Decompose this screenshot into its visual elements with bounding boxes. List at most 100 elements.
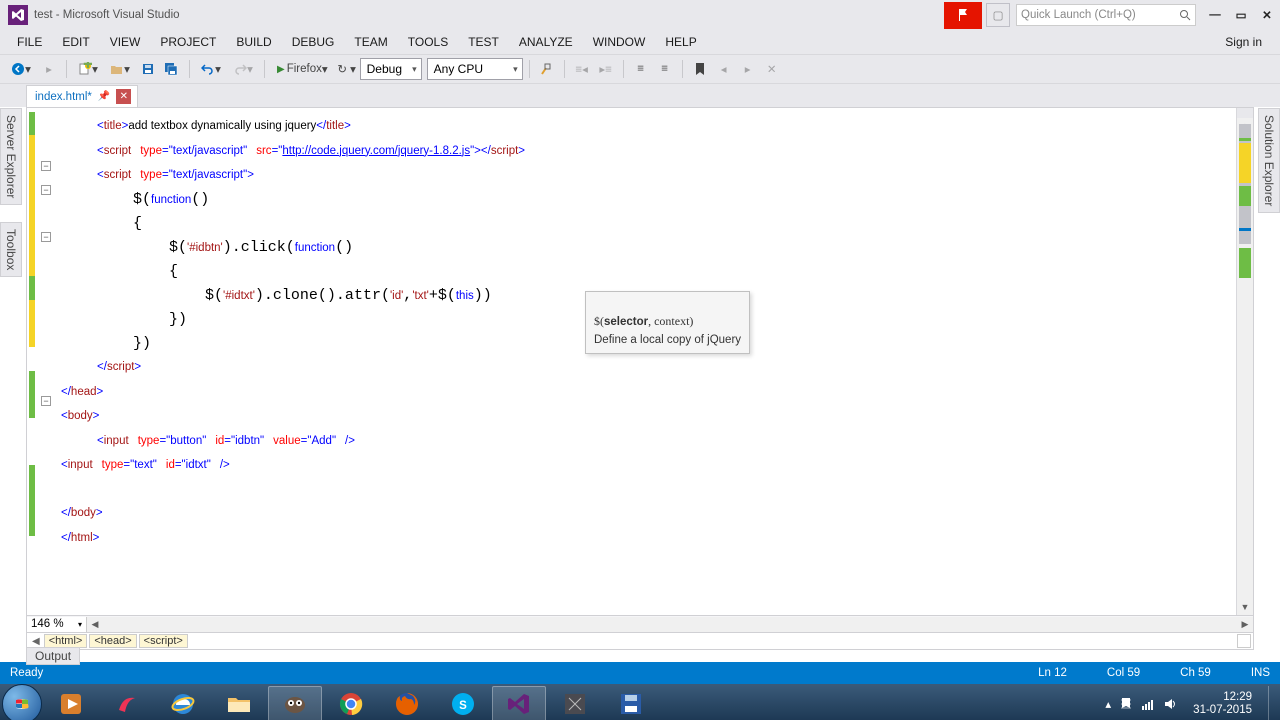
taskbar-tools-icon[interactable] — [548, 686, 602, 720]
status-bar: Ready Ln 12 Col 59 Ch 59 INS — [0, 662, 1280, 684]
redo-button[interactable]: ▾ — [228, 58, 258, 80]
menu-view[interactable]: VIEW — [101, 32, 150, 52]
breadcrumb-script[interactable]: <script> — [139, 634, 188, 648]
breadcrumb-html[interactable]: <html> — [44, 634, 88, 648]
status-ch: Ch 59 — [1180, 667, 1211, 679]
taskbar-mediaplayer-icon[interactable] — [44, 686, 98, 720]
menu-tools[interactable]: TOOLS — [399, 32, 457, 52]
tray-date: 31-07-2015 — [1193, 704, 1252, 717]
vertical-scrollbar[interactable]: ▲ ▼ — [1236, 108, 1253, 615]
tray-time: 12:29 — [1193, 691, 1252, 704]
fold-icon[interactable]: − — [41, 396, 51, 406]
tray-action-center-icon[interactable] — [1119, 697, 1133, 711]
file-tab[interactable]: index.html* 📌 ✕ — [26, 85, 138, 107]
breadcrumb-head[interactable]: <head> — [89, 634, 136, 648]
taskbar-app-icon[interactable] — [100, 686, 154, 720]
sign-in-link[interactable]: Sign in — [1225, 35, 1262, 49]
server-explorer-tab[interactable]: Server Explorer — [0, 108, 22, 205]
menu-file[interactable]: FILE — [8, 32, 51, 52]
minimize-button[interactable]: — — [1202, 4, 1228, 26]
output-panel-tab[interactable]: Output — [26, 648, 1254, 664]
breadcrumb-end-icon[interactable] — [1237, 634, 1251, 648]
tray-network-icon[interactable] — [1141, 697, 1155, 711]
windows-taskbar: S ▴ 12:29 31-07-2015 — [0, 684, 1280, 720]
nav-fwd-button[interactable]: ▸ — [38, 58, 60, 80]
vs-logo-icon — [8, 5, 28, 25]
start-button[interactable] — [2, 684, 42, 720]
menu-team[interactable]: TEAM — [345, 32, 396, 52]
bookmark-icon[interactable] — [689, 58, 711, 80]
taskbar-visualstudio-icon[interactable] — [492, 686, 546, 720]
new-item-button[interactable]: ✚▾ — [73, 58, 103, 80]
config-dropdown[interactable]: Debug — [360, 58, 422, 80]
comment-icon[interactable]: ≡ — [630, 58, 652, 80]
tray-clock[interactable]: 12:29 31-07-2015 — [1185, 691, 1260, 717]
maximize-button[interactable]: ▭ — [1228, 4, 1254, 26]
svg-text:S: S — [459, 700, 467, 712]
feedback-icon[interactable]: ▢ — [986, 3, 1010, 27]
menu-debug[interactable]: DEBUG — [283, 32, 344, 52]
toolbox-tab[interactable]: Toolbox — [0, 222, 22, 277]
menu-test[interactable]: TEST — [459, 32, 508, 52]
quick-launch-placeholder: Quick Launch (Ctrl+Q) — [1021, 9, 1179, 21]
menu-window[interactable]: WINDOW — [584, 32, 655, 52]
find-icon[interactable] — [536, 58, 558, 80]
system-tray[interactable]: ▴ 12:29 31-07-2015 — [1105, 686, 1280, 720]
save-all-button[interactable] — [161, 58, 183, 80]
menu-project[interactable]: PROJECT — [151, 32, 225, 52]
indent-less-icon[interactable]: ≡◂ — [571, 58, 593, 80]
intellisense-tooltip: $(selector, context)Define a local copy … — [585, 291, 750, 354]
uncomment-icon[interactable]: ≡ — [654, 58, 676, 80]
quick-launch-input[interactable]: Quick Launch (Ctrl+Q) — [1016, 4, 1196, 26]
horizontal-scrollbar[interactable]: ◀ ▶ — [87, 617, 1253, 632]
menu-help[interactable]: HELP — [656, 32, 705, 52]
fold-icon[interactable]: − — [41, 232, 51, 242]
fold-icon[interactable]: − — [41, 161, 51, 171]
save-button[interactable] — [137, 58, 159, 80]
close-button[interactable]: ✕ — [1254, 4, 1280, 26]
tray-up-icon[interactable]: ▴ — [1105, 697, 1111, 711]
taskbar-ie-icon[interactable] — [156, 686, 210, 720]
bm-prev-icon[interactable]: ◂ — [713, 58, 735, 80]
start-debug-button[interactable]: ▶Firefox ▾ — [271, 58, 334, 80]
undo-button[interactable]: ▾ — [196, 58, 226, 80]
document-tab-well: index.html* 📌 ✕ — [0, 84, 1280, 107]
notifications-flag-icon[interactable] — [944, 2, 982, 29]
pin-icon[interactable]: 📌 — [98, 91, 110, 102]
platform-dropdown[interactable]: Any CPU — [427, 58, 523, 80]
menu-analyze[interactable]: ANALYZE — [510, 32, 582, 52]
taskbar-explorer-icon[interactable] — [212, 686, 266, 720]
open-button[interactable]: ▾ — [105, 58, 135, 80]
taskbar-firefox-icon[interactable] — [380, 686, 434, 720]
taskbar-save-icon[interactable] — [604, 686, 658, 720]
zoom-scroll-row: 146 %▾ ◀ ▶ — [26, 616, 1254, 633]
status-ready: Ready — [10, 667, 43, 679]
scroll-down-icon[interactable]: ▼ — [1237, 599, 1253, 615]
bm-next-icon[interactable]: ▸ — [737, 58, 759, 80]
main-area: index.html* 📌 ✕ Server Explorer Toolbox … — [0, 84, 1280, 662]
zoom-dropdown[interactable]: 146 %▾ — [27, 617, 87, 632]
show-desktop-button[interactable] — [1268, 686, 1276, 720]
refresh-button[interactable]: ↻ ▾ — [336, 58, 358, 80]
taskbar-skype-icon[interactable]: S — [436, 686, 490, 720]
indent-more-icon[interactable]: ▸≡ — [595, 58, 617, 80]
nav-back-button[interactable]: ▾ — [6, 58, 36, 80]
window-title: test - Microsoft Visual Studio — [34, 9, 190, 21]
scroll-thumb[interactable] — [1239, 124, 1251, 244]
svg-text:✚: ✚ — [83, 62, 92, 71]
status-col: Col 59 — [1107, 667, 1140, 679]
tab-close-icon[interactable]: ✕ — [116, 89, 131, 104]
fold-icon[interactable]: − — [41, 185, 51, 195]
solution-explorer-tab[interactable]: Solution Explorer — [1258, 108, 1280, 213]
taskbar-gimp-icon[interactable] — [268, 686, 322, 720]
bm-clear-icon[interactable]: ✕ — [761, 58, 783, 80]
menu-bar: FILE EDIT VIEW PROJECT BUILD DEBUG TEAM … — [0, 30, 1280, 54]
menu-edit[interactable]: EDIT — [53, 32, 98, 52]
taskbar-chrome-icon[interactable] — [324, 686, 378, 720]
status-ins: INS — [1251, 667, 1270, 679]
breadcrumb-arrow-icon[interactable]: ◀ — [30, 636, 42, 647]
code-content[interactable]: <title>add textbox dynamically using jqu… — [55, 108, 1253, 615]
menu-build[interactable]: BUILD — [227, 32, 280, 52]
tray-volume-icon[interactable] — [1163, 697, 1177, 711]
code-editor[interactable]: − − − − <title>add textbox dynamically u… — [26, 107, 1254, 616]
